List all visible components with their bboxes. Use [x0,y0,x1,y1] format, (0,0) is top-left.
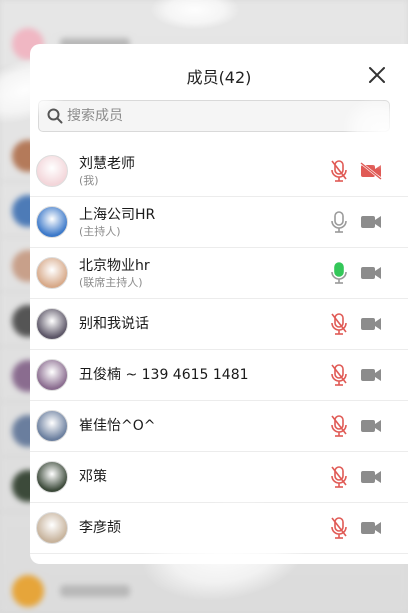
panel-header: 成员(42) [30,44,408,106]
member-role: (我) [79,173,99,187]
member-name: 丑俊楠 ~ 139 4615 1481 [79,367,249,383]
avatar [36,359,68,391]
member-info: 丑俊楠 ~ 139 4615 1481 [79,350,249,400]
member-row[interactable]: 崔佳怡^O^ [30,401,408,452]
member-row[interactable]: 丑俊楠 ~ 139 4615 1481 [30,350,408,401]
mic-muted-icon[interactable] [330,363,348,387]
member-name: 别和我说话 [79,316,149,332]
camera-icon[interactable] [360,366,382,384]
avatar [36,155,68,187]
member-info: 上海公司HR (主持人) [79,197,155,247]
member-name: 崔佳怡^O^ [79,418,156,434]
mic-muted-icon[interactable] [330,516,348,540]
search-input[interactable] [67,108,367,124]
close-icon[interactable] [366,64,388,86]
member-info: 北京物业hr (联席主持人) [79,248,150,298]
camera-icon[interactable] [360,315,382,333]
avatar [36,308,68,340]
member-info: 别和我说话 [79,299,149,349]
member-row[interactable]: 别和我说话 [30,299,408,350]
camera-icon[interactable] [360,213,382,231]
member-row[interactable]: 北京物业hr (联席主持人) [30,248,408,299]
camera-icon[interactable] [360,417,382,435]
member-name: 李彦颉 [79,520,121,536]
search-box[interactable] [38,100,390,132]
member-info: 刘慧老师 (我) [79,146,135,196]
member-row[interactable]: 刘慧老师 (我) [30,146,408,197]
avatar [36,206,68,238]
member-name: 刘慧老师 [79,155,135,172]
member-role: (主持人) [79,224,121,238]
member-role: (联席主持人) [79,275,143,289]
mic-muted-icon[interactable] [330,159,348,183]
member-row[interactable]: 邓策 [30,452,408,503]
mic-muted-icon[interactable] [330,414,348,438]
panel-title: 成员(42) [186,68,252,87]
mic-muted-icon[interactable] [330,312,348,336]
avatar [36,512,68,544]
avatar [36,257,68,289]
member-row[interactable]: 上海公司HR (主持人) [30,197,408,248]
camera-icon[interactable] [360,519,382,537]
member-info: 崔佳怡^O^ [79,401,155,451]
member-list: 刘慧老师 (我) 上海公司HR (主持人) 北京物业hr (联席主持人) 别和我说话 [30,146,408,554]
avatar [36,410,68,442]
camera-icon[interactable] [360,264,382,282]
mic-icon[interactable] [330,210,348,234]
member-name: 北京物业hr [79,257,150,274]
member-info: 李彦颉 [79,503,121,553]
mic-muted-icon[interactable] [330,465,348,489]
member-name: 邓策 [79,469,107,485]
camera-icon[interactable] [360,468,382,486]
member-name: 上海公司HR [79,206,156,223]
mic-icon[interactable] [330,261,348,285]
member-info: 邓策 [79,452,107,502]
avatar [36,461,68,493]
